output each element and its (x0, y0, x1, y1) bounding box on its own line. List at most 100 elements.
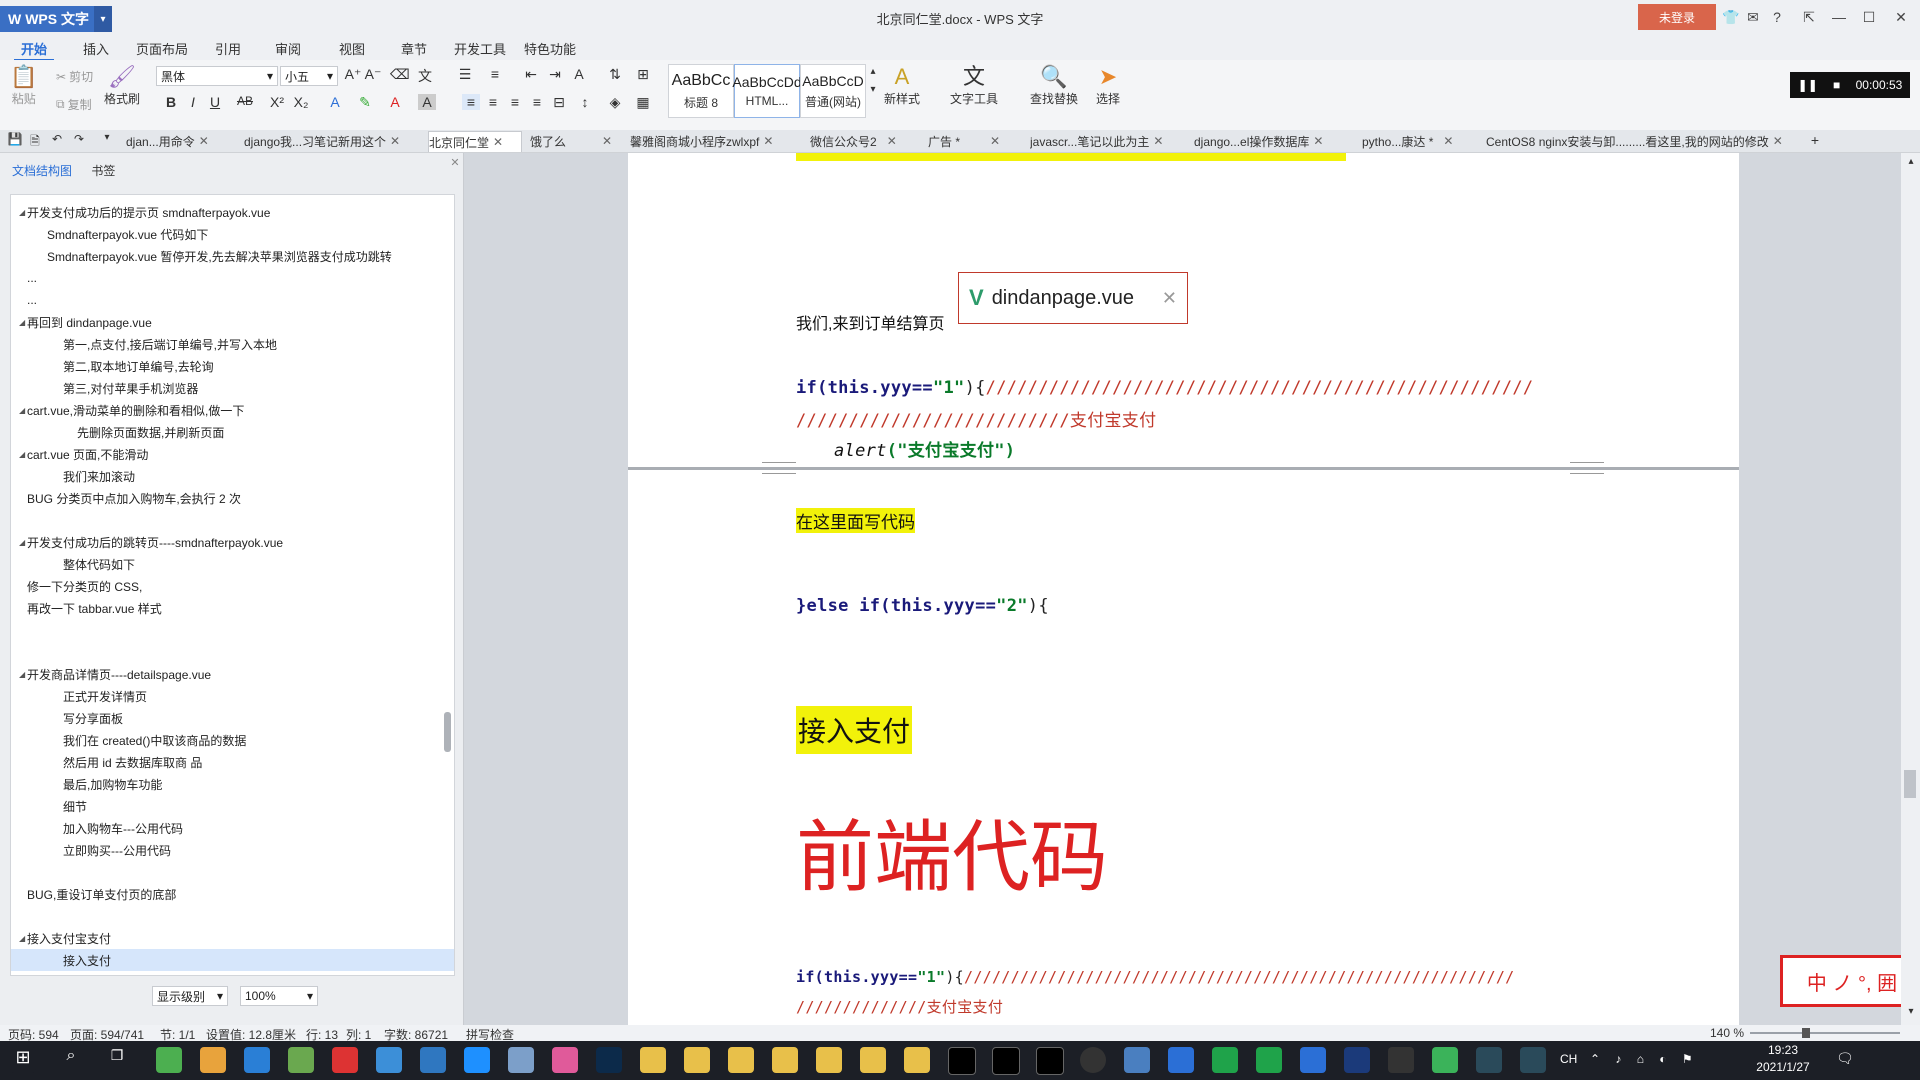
chrome-icon[interactable] (200, 1047, 226, 1073)
app-icon[interactable] (156, 1047, 182, 1073)
outline-item[interactable]: 写分享面板 (11, 707, 454, 729)
format-painter-button[interactable]: 🖌 格式刷 (104, 64, 140, 107)
distribute-icon[interactable]: ⊟ (550, 94, 568, 111)
ie-icon[interactable] (376, 1047, 402, 1073)
doc-tab[interactable]: 馨雅阁商城小程序zwlxpf ✕ (630, 131, 800, 151)
close-icon[interactable]: ✕ (1153, 134, 1163, 148)
app-icon[interactable] (508, 1047, 534, 1073)
app-icon[interactable] (1520, 1047, 1546, 1073)
ime-indicator[interactable]: CH (1560, 1052, 1577, 1066)
close-icon[interactable]: ✕ (1892, 8, 1910, 26)
italic-icon[interactable]: I (184, 94, 202, 110)
text-effect-icon[interactable]: A (326, 94, 344, 110)
shading-icon[interactable]: ◈ (606, 94, 624, 111)
folder-icon[interactable] (904, 1047, 930, 1073)
scroll-down-icon[interactable]: ▾ (864, 84, 882, 95)
chat-icon[interactable]: ✉ (1744, 8, 1762, 26)
doc-tab[interactable]: 饿了么 ✕ (530, 131, 624, 151)
undo-icon[interactable]: ↶ (48, 132, 66, 146)
level-select[interactable]: 显示级别 ▾ (152, 986, 228, 1006)
tab-view[interactable]: 视图 (334, 37, 370, 59)
font-color-icon[interactable]: A (386, 94, 404, 110)
close-icon[interactable]: ✕ (887, 134, 897, 148)
text-direction-icon[interactable]: A (570, 66, 588, 82)
underline-icon[interactable]: U (206, 94, 224, 110)
style-web-normal[interactable]: AaBbCcD 普通(网站) (800, 64, 866, 118)
folder-icon[interactable] (728, 1047, 754, 1073)
outline-item[interactable] (11, 619, 454, 641)
close-icon[interactable]: ✕ (1313, 134, 1323, 148)
close-icon[interactable]: ✕ (199, 134, 209, 148)
folder-icon[interactable] (816, 1047, 842, 1073)
outline-item[interactable]: 第二,取本地订单编号,去轮询 (11, 355, 454, 377)
notification-icon[interactable]: 🗨 (1836, 1050, 1854, 1067)
zoom-select[interactable]: 100% ▾ (240, 986, 318, 1006)
outline-item[interactable]: BUG 分类页中点加入购物车,会执行 2 次 (11, 487, 454, 509)
panel-close-icon[interactable]: ✕ (446, 156, 464, 169)
numbered-list-icon[interactable]: ≡ (486, 66, 504, 82)
doc-tab[interactable]: javascr...笔记以此为主 ✕ (1030, 131, 1184, 151)
tab-chapter[interactable]: 章节 (396, 37, 432, 59)
help-icon[interactable]: ? (1768, 8, 1786, 26)
recording-timer[interactable]: ❚❚ ■ 00:00:53 (1790, 72, 1910, 98)
expand-triangle-icon[interactable]: ◢ (19, 670, 25, 679)
outline-item[interactable]: Smdnafterpayok.vue 暂停开发,先去解决苹果浏览器支付成功跳转 (11, 245, 454, 267)
expand-triangle-icon[interactable]: ◢ (19, 538, 25, 547)
windows-start-icon[interactable]: ⊞ (10, 1047, 36, 1073)
tab-developer[interactable]: 开发工具 (452, 37, 508, 59)
close-icon[interactable]: ✕ (602, 134, 612, 148)
pause-icon[interactable]: ❚❚ (1798, 78, 1818, 92)
highlight-icon[interactable]: ✎ (356, 94, 374, 111)
outline-item[interactable]: 修一下分类页的 CSS, (11, 575, 454, 597)
maximize-icon[interactable]: ☐ (1860, 8, 1878, 26)
outline-item[interactable]: 立即购买---公用代码 (11, 839, 454, 861)
zoom-slider-thumb[interactable] (1802, 1028, 1810, 1038)
doc-tab[interactable]: django我...习笔记新用这个 ✕ (244, 131, 420, 151)
outline-item[interactable]: 整体代码如下 (11, 553, 454, 575)
outline-item[interactable]: ◢ cart.vue,滑动菜单的删除和看相似,做一下 (11, 399, 454, 421)
outline-item[interactable]: ◢ cart.vue 页面,不能滑动 (11, 443, 454, 465)
shirt-icon[interactable]: 👕 (1722, 8, 1740, 26)
folder-icon[interactable] (772, 1047, 798, 1073)
folder-icon[interactable] (640, 1047, 666, 1073)
zoom-level[interactable]: 140 % (1710, 1026, 1744, 1040)
new-tab-icon[interactable]: + (1806, 132, 1824, 148)
hbuilder-icon[interactable] (1432, 1047, 1458, 1073)
strikethrough-icon[interactable]: AB (236, 94, 254, 108)
border-icon[interactable]: ▦ (634, 94, 652, 111)
select-button[interactable]: ➤ 选择 (1096, 64, 1120, 107)
scrollbar-thumb[interactable] (1904, 770, 1916, 798)
justify-icon[interactable]: ≡ (528, 94, 546, 110)
doc-tab[interactable]: CentOS8 nginx安装与卸.........看这里,我的网站的修改 ✕ (1486, 131, 1798, 151)
app-icon[interactable] (552, 1047, 578, 1073)
doc-tab[interactable]: 广告 * ✕ (928, 131, 1022, 151)
task-view-icon[interactable]: ❐ (104, 1047, 130, 1073)
scroll-up-icon[interactable]: ▴ (1902, 156, 1920, 167)
pinyin-icon[interactable]: 文 (416, 66, 434, 86)
chevron-down-icon[interactable]: ▾ (98, 132, 116, 143)
expand-triangle-icon[interactable]: ◢ (19, 208, 25, 217)
style-heading8[interactable]: AaBbCc 标题 8 (668, 64, 734, 118)
redo-icon[interactable]: ↷ (70, 132, 88, 146)
pycharm-icon[interactable] (1256, 1047, 1282, 1073)
login-button[interactable]: 未登录 (1638, 4, 1716, 30)
print-preview-icon[interactable]: 🗎 (26, 132, 44, 153)
outline-item[interactable]: 最后,加购物车功能 (11, 773, 454, 795)
zoom-slider[interactable] (1750, 1032, 1900, 1034)
tab-outline[interactable]: 文档结构图 (12, 164, 72, 178)
bullet-list-icon[interactable]: ☰ (456, 66, 474, 83)
close-icon[interactable]: ✕ (493, 135, 503, 149)
outline-item[interactable]: ◢ 开发商品详情页----detailspage.vue (11, 663, 454, 685)
minimize-icon[interactable]: — (1830, 8, 1848, 26)
outline-item[interactable] (11, 861, 454, 883)
app-icon[interactable] (332, 1047, 358, 1073)
sort-icon[interactable]: ⇅ (606, 66, 624, 83)
close-icon[interactable]: ✕ (390, 134, 400, 148)
outline-item[interactable] (11, 509, 454, 531)
indent-icon[interactable]: ⇥ (546, 66, 564, 83)
save-icon[interactable]: 💾 (6, 132, 24, 146)
bold-icon[interactable]: B (162, 94, 180, 110)
tab-review[interactable]: 审阅 (270, 37, 306, 59)
system-tray-icons[interactable]: ⌃ ♪ ⌂ ◐ ⚑ (1590, 1052, 1699, 1066)
qq-browser-icon[interactable] (244, 1047, 270, 1073)
